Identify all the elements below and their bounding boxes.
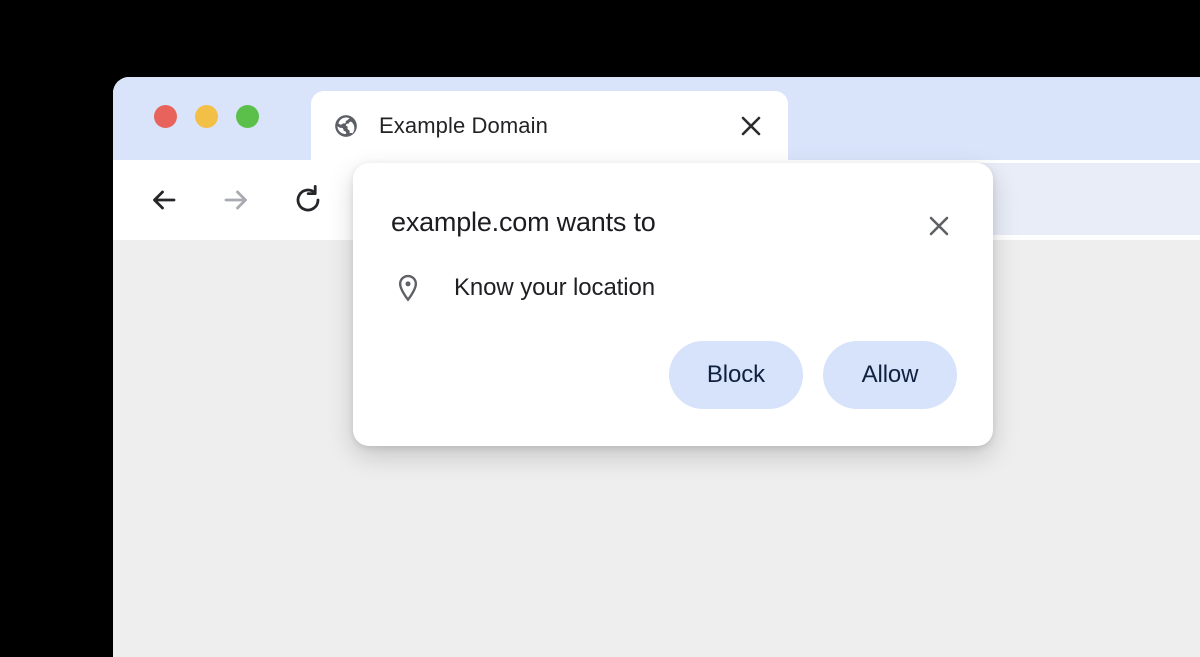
page-content-area: example.com wants to Know your location: [113, 163, 1200, 657]
tab-close-icon[interactable]: [736, 111, 766, 141]
screen: Example Domain example.com wants to Know…: [0, 0, 1200, 657]
close-icon: [741, 116, 761, 135]
reload-icon: [296, 185, 320, 212]
location-pin-icon: [398, 274, 418, 302]
permission-dialog-close-button[interactable]: [923, 210, 955, 242]
browser-tab-example-domain[interactable]: Example Domain: [311, 91, 788, 160]
arrow-right-icon: [224, 190, 247, 210]
tab-title: Example Domain: [379, 112, 548, 138]
arrow-left-icon: [153, 190, 176, 210]
window-traffic-lights: [154, 105, 259, 128]
globe-icon: [335, 114, 357, 137]
tabstrip: Example Domain: [113, 77, 1200, 226]
permission-dialog-permission-label: Know your location: [454, 274, 655, 301]
forward-button[interactable]: [213, 177, 259, 223]
window-minimize-button[interactable]: [195, 105, 218, 128]
close-icon: [929, 216, 949, 236]
reload-button[interactable]: [285, 177, 331, 223]
permission-dialog-actions: Block Allow: [391, 341, 957, 409]
permission-dialog: example.com wants to Know your location: [353, 163, 993, 446]
permission-dialog-title: example.com wants to: [391, 207, 656, 237]
permission-dialog-permission-row: Know your location: [391, 273, 957, 303]
block-button[interactable]: Block: [669, 341, 803, 409]
window-close-button[interactable]: [154, 105, 177, 128]
browser-window: Example Domain example.com wants to Know…: [113, 77, 1200, 657]
permission-dialog-header: example.com wants to: [391, 207, 957, 242]
back-button[interactable]: [141, 177, 187, 223]
window-maximize-button[interactable]: [236, 105, 259, 128]
allow-button[interactable]: Allow: [823, 341, 957, 409]
